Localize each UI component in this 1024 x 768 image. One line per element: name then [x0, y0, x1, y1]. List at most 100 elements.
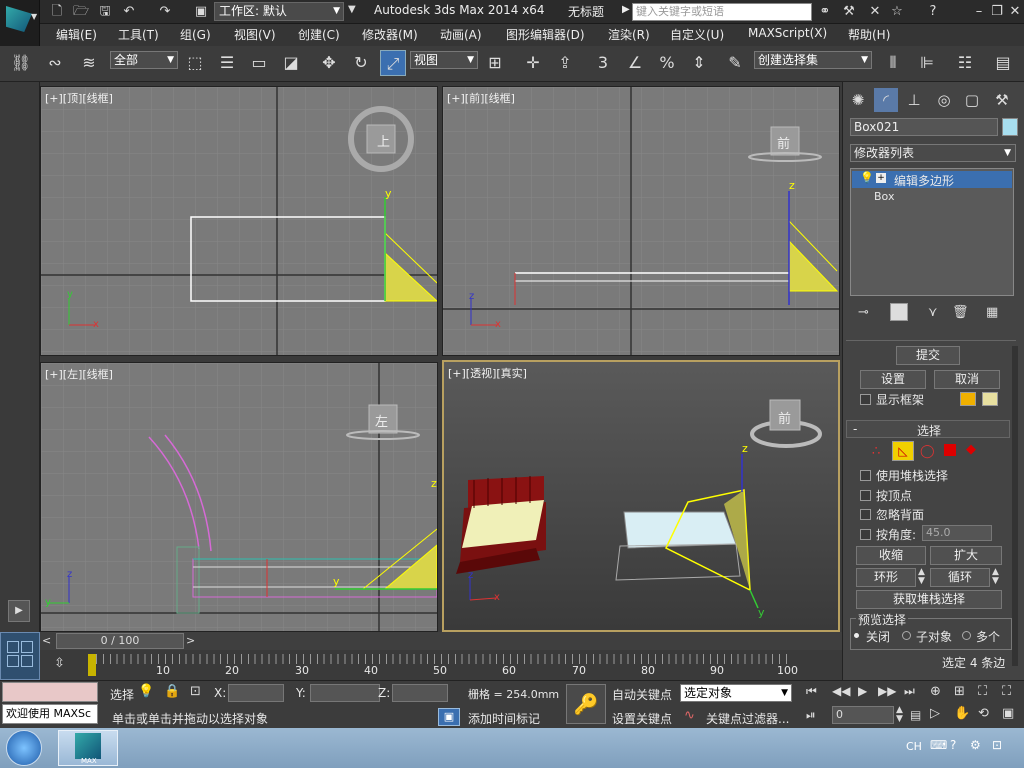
zoom-icon[interactable]: ⊕	[930, 684, 941, 699]
rectangular-selection-icon[interactable]: ▭	[246, 50, 272, 76]
by-vertex-checkbox[interactable]	[860, 490, 871, 501]
new-file-icon[interactable]: 🗋	[48, 3, 66, 21]
viewport-left[interactable]: [+][左][线框] 左 y z z y	[40, 362, 438, 632]
stack-item-edit-poly[interactable]: 💡 + 编辑多边形	[852, 171, 1012, 188]
edit-named-selection-icon[interactable]: ✎	[722, 50, 748, 76]
bind-space-warp-icon[interactable]: ≋	[76, 50, 102, 76]
menu-create[interactable]: 创建(C)	[298, 26, 340, 43]
undo-icon[interactable]: ↶	[120, 3, 138, 21]
select-manipulate-icon[interactable]: ✛	[520, 50, 546, 76]
viewport-layout-icon[interactable]	[0, 632, 40, 680]
edge-mode-icon[interactable]: ◺	[892, 441, 914, 461]
exchange-icon[interactable]: ✕	[866, 3, 884, 21]
layer-manager-icon[interactable]: ☷	[952, 50, 978, 76]
move-icon[interactable]: ✥	[316, 50, 342, 76]
zoom-extents-all-icon[interactable]: ⛶	[1002, 684, 1011, 699]
create-tab-icon[interactable]: ✺	[846, 88, 870, 112]
viewport-front[interactable]: [+][前][线框] 前 z z x	[442, 86, 840, 356]
search-expand-icon[interactable]: ▶	[622, 4, 630, 15]
orbit-icon[interactable]: ⟲	[978, 706, 989, 721]
frame-spinner-icon[interactable]: ▲ ▼	[896, 706, 903, 724]
angle-spinner[interactable]: 45.0	[922, 525, 992, 541]
key-mode-dropdown[interactable]: 选定对象 ▼	[680, 684, 792, 702]
current-frame-input[interactable]: 0	[832, 706, 894, 724]
selection-rollout-header[interactable]: - 选择	[846, 420, 1010, 438]
menu-maxscript[interactable]: MAXScript(X)	[748, 26, 827, 40]
preview-subobject-radio[interactable]	[902, 631, 911, 640]
zoom-all-icon[interactable]: ⊞	[954, 684, 965, 699]
tools-icon[interactable]: ⚒	[840, 3, 858, 21]
menu-help[interactable]: 帮助(H)	[848, 26, 890, 43]
view-cube-face[interactable]: 前	[778, 408, 791, 427]
element-mode-icon[interactable]: ◆	[966, 442, 976, 457]
open-file-icon[interactable]: 🗁	[72, 3, 90, 21]
expand-plus-icon[interactable]: +	[876, 173, 886, 183]
ring-button[interactable]: 环形	[856, 568, 916, 587]
ignore-backfacing-checkbox[interactable]	[860, 509, 871, 520]
modify-tab-icon[interactable]: ◜	[874, 88, 898, 112]
reference-coord-dropdown[interactable]: 视图 ▼	[410, 51, 478, 69]
menu-group[interactable]: 组(G)	[180, 26, 211, 43]
menu-customize[interactable]: 自定义(U)	[670, 26, 724, 43]
object-color-swatch[interactable]	[1002, 118, 1018, 136]
angle-snap-icon[interactable]: ∠	[622, 50, 648, 76]
viewport-label[interactable]: [+][透视][真实]	[448, 365, 527, 381]
x-coord-input[interactable]	[228, 684, 284, 702]
taskbar-app-button[interactable]: MAX	[58, 730, 118, 766]
time-next-icon[interactable]: >	[186, 634, 195, 647]
search-input[interactable]: 键入关键字或短语	[632, 3, 812, 21]
utilities-tab-icon[interactable]: ⚒	[990, 88, 1014, 112]
play-icon[interactable]: ▶	[858, 684, 867, 698]
redo-icon[interactable]: ↷	[156, 3, 174, 21]
loop-spinner-icon[interactable]: ▲ ▼	[992, 568, 999, 586]
viewport-top[interactable]: [+][顶][线框] 上 y y x	[40, 86, 438, 356]
add-time-tag-button[interactable]: 添加时间标记	[468, 710, 540, 727]
pan-icon[interactable]: ✋	[954, 706, 970, 721]
show-end-result-icon[interactable]	[890, 303, 908, 321]
time-prev-icon[interactable]: <	[42, 634, 51, 647]
selection-filter-dropdown[interactable]: 全部 ▼	[110, 51, 178, 69]
lock-selection-icon[interactable]: 🔒	[164, 684, 180, 699]
maximize-viewport-icon[interactable]: ▣	[1002, 706, 1014, 721]
by-angle-checkbox[interactable]	[860, 529, 871, 540]
polygon-mode-icon[interactable]	[944, 444, 956, 456]
current-time-marker[interactable]	[88, 654, 96, 676]
align-icon[interactable]: ⊫	[914, 50, 940, 76]
rotate-icon[interactable]: ↻	[348, 50, 374, 76]
z-coord-input[interactable]	[392, 684, 448, 702]
mini-curve-editor-icon[interactable]: ⇳	[54, 656, 65, 671]
expand-viewport-layout-icon[interactable]: ▶	[8, 600, 30, 622]
start-button-icon[interactable]	[6, 730, 42, 766]
minimize-icon[interactable]: –	[970, 3, 988, 21]
expand-arrow-icon[interactable]: ▼	[348, 4, 356, 15]
make-unique-icon[interactable]: ⋎	[928, 305, 938, 320]
cancel-button[interactable]: 取消	[934, 370, 1000, 389]
object-name-input[interactable]: Box021	[850, 118, 998, 136]
border-mode-icon[interactable]: ◯	[920, 444, 935, 459]
settings-button[interactable]: 设置	[860, 370, 926, 389]
preview-off-radio[interactable]	[852, 631, 861, 640]
goto-end-icon[interactable]: ⏭	[904, 684, 915, 699]
auto-key-button[interactable]: 自动关键点	[612, 686, 672, 703]
set-key-button[interactable]: 设置关键点	[612, 710, 672, 727]
cage-color-swatch-1[interactable]	[960, 392, 976, 406]
viewport-label[interactable]: [+][顶][线框]	[45, 90, 113, 106]
viewport-label[interactable]: [+][前][线框]	[447, 90, 515, 106]
shrink-button[interactable]: 收缩	[856, 546, 926, 565]
project-folder-icon[interactable]: ▣	[192, 3, 210, 21]
mirror-icon[interactable]: ⫴	[880, 50, 906, 76]
restore-icon[interactable]: ❐	[988, 3, 1006, 21]
tray-icon[interactable]: ⊡	[992, 738, 1002, 752]
isolate-selection-icon[interactable]: 💡	[138, 684, 154, 699]
time-slider-thumb[interactable]: 0 / 100	[56, 633, 184, 649]
menu-animation[interactable]: 动画(A)	[440, 26, 482, 43]
zoom-extents-icon[interactable]: ⛶	[978, 684, 987, 699]
absolute-mode-icon[interactable]: ⊡	[190, 684, 201, 699]
loop-button[interactable]: 循环	[930, 568, 990, 587]
workspace-dropdown[interactable]: 工作区: 默认 ▼	[214, 2, 344, 21]
help-icon[interactable]: ?	[924, 3, 942, 21]
named-selection-set-dropdown[interactable]: 创建选择集 ▼	[754, 51, 872, 69]
display-tab-icon[interactable]: ▢	[960, 88, 984, 112]
viewport-label[interactable]: [+][左][线框]	[45, 366, 113, 382]
pin-stack-icon[interactable]: ⊸	[858, 305, 869, 320]
